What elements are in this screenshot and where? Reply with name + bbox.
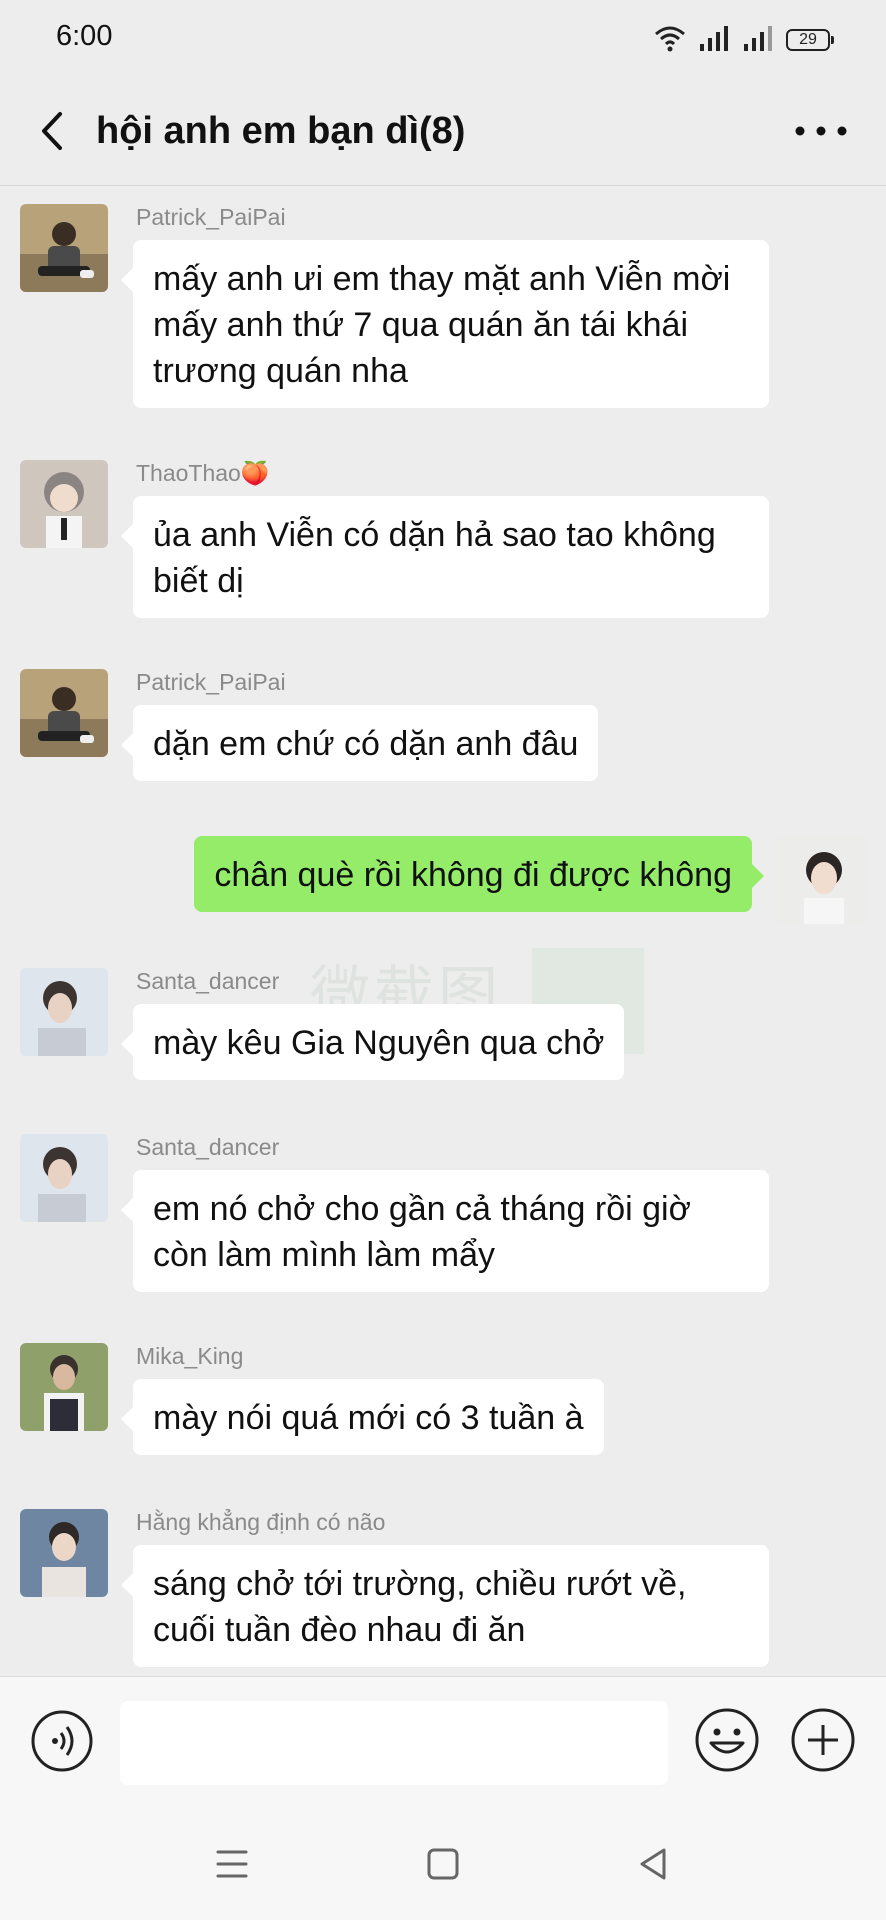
system-nav-bar bbox=[0, 1806, 886, 1920]
battery-icon: 29 bbox=[786, 29, 834, 51]
wifi-icon bbox=[654, 24, 686, 57]
sender-name: ThaoThao🍑 bbox=[136, 460, 270, 486]
avatar[interactable] bbox=[778, 836, 866, 924]
home-square-icon bbox=[427, 1848, 459, 1880]
avatar[interactable] bbox=[20, 669, 108, 757]
back-triangle-icon bbox=[640, 1848, 666, 1880]
sender-name: Hằng khẳng định có não bbox=[136, 1509, 386, 1535]
avatar[interactable] bbox=[20, 968, 108, 1056]
message-bubble[interactable]: mày kêu Gia Nguyên qua chở bbox=[120, 1004, 625, 1080]
signal-icon bbox=[742, 24, 774, 57]
home-button[interactable] bbox=[419, 1840, 467, 1888]
voice-icon bbox=[31, 1710, 93, 1772]
status-icons: 29 bbox=[654, 24, 834, 57]
voice-button[interactable] bbox=[30, 1709, 94, 1773]
back-button[interactable] bbox=[30, 106, 80, 156]
menu-icon bbox=[216, 1850, 248, 1878]
sender-name: Santa_dancer bbox=[136, 968, 280, 994]
more-dots-icon bbox=[795, 126, 847, 136]
emoji-button[interactable] bbox=[694, 1707, 760, 1773]
more-button[interactable] bbox=[786, 106, 856, 156]
avatar[interactable] bbox=[20, 460, 108, 548]
signal-icon bbox=[698, 24, 730, 57]
emoji-icon bbox=[695, 1708, 759, 1772]
avatar[interactable] bbox=[20, 204, 108, 292]
message-bubble[interactable]: chân què rồi không đi được không bbox=[194, 836, 764, 912]
avatar[interactable] bbox=[20, 1134, 108, 1222]
message-input[interactable] bbox=[120, 1701, 668, 1785]
message-bubble[interactable]: mấy anh ưi em thay mặt anh Viễn mời mấy … bbox=[121, 240, 769, 408]
plus-circle-icon bbox=[791, 1708, 855, 1772]
avatar[interactable] bbox=[20, 1343, 108, 1431]
chat-title: hội anh em bạn dì(8) bbox=[96, 110, 466, 152]
input-bar bbox=[0, 1676, 886, 1806]
message-bubble[interactable]: mày nói quá mới có 3 tuần à bbox=[121, 1379, 604, 1455]
chat-header: hội anh em bạn dì(8) bbox=[0, 80, 886, 186]
menu-button[interactable] bbox=[208, 1840, 256, 1888]
chevron-left-icon bbox=[42, 112, 62, 150]
plus-button[interactable] bbox=[790, 1707, 856, 1773]
message-bubble[interactable]: em nó chở cho gần cả tháng rồi giờ còn l… bbox=[121, 1170, 769, 1292]
back-nav-button[interactable] bbox=[630, 1840, 678, 1888]
message-bubble[interactable]: ủa anh Viễn có dặn hả sao tao không biết… bbox=[121, 496, 769, 618]
sender-name: Patrick_PaiPai bbox=[136, 204, 286, 230]
sender-name: Mika_King bbox=[136, 1343, 244, 1369]
status-time: 6:00 bbox=[56, 20, 113, 52]
message-list[interactable]: 微截图 Patrick_PaiPai mấy anh ưi em thay mặ… bbox=[0, 186, 886, 1676]
message-bubble[interactable]: dặn em chứ có dặn anh đâu bbox=[120, 705, 599, 781]
sender-name: Patrick_PaiPai bbox=[136, 669, 286, 695]
sender-name: Santa_dancer bbox=[136, 1134, 280, 1160]
avatar[interactable] bbox=[20, 1509, 108, 1597]
status-bar: 6:00 29 bbox=[0, 0, 886, 80]
message-bubble[interactable]: sáng chở tới trường, chiều rướt về, cuối… bbox=[121, 1545, 769, 1667]
